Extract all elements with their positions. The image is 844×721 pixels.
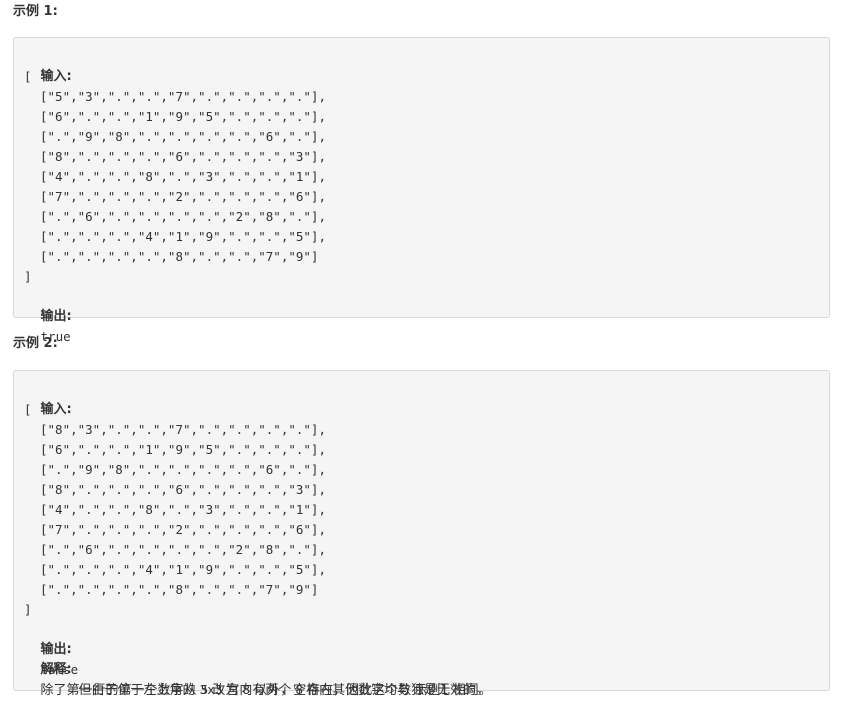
board-row: ["8","3",".",".","7",".",".",".","."], [40, 422, 326, 437]
board-row: ["8",".",".",".","6",".",".",".","3"], [40, 482, 326, 497]
input-label: 输入: [40, 402, 72, 417]
output-line: 输出: false [24, 620, 819, 677]
close-bracket: ] [24, 269, 32, 284]
close-bracket: ] [24, 602, 32, 617]
board-row: [".","9","8",".",".",".",".","6","."], [40, 462, 326, 477]
open-bracket: [ [24, 69, 32, 84]
explanation-text: 但由于位于左上角的 [78, 683, 200, 698]
board-row: [".",".",".",".","8",".",".","7","9"] [40, 582, 319, 597]
input-line: 输入: [24, 47, 819, 84]
example-2-heading: 示例 2: [13, 336, 58, 351]
board-row: [".","9","8",".",".",".",".","6","."], [40, 129, 326, 144]
board-row: ["4",".",".","8",".","3",".",".","1"], [40, 169, 326, 184]
explanation-label: 解释: [40, 662, 72, 677]
explanation-line-1: 解释: 除了第一行的第一个数字从 5 改为 8 以外，空格内其他数字均与 示例1… [24, 640, 819, 698]
board-row: [".","6",".",".",".",".","2","8","."], [40, 209, 326, 224]
board-row: ["8",".",".",".","6",".",".",".","3"], [40, 149, 326, 164]
board-row: ["5","3",".",".","7",".",".",".","."], [40, 89, 326, 104]
explanation-text: 存在，因此这个数独是无效的。 [303, 683, 490, 698]
inline-code: 8 [295, 682, 304, 697]
output-label: 输出: [40, 642, 72, 657]
input-label: 输入: [40, 69, 72, 84]
example-1-heading: 示例 1: [13, 4, 58, 19]
inline-code: 3x3 [199, 682, 223, 697]
output-label: 输出: [40, 309, 72, 324]
board-row: ["6",".",".","1","9","5",".",".","."], [40, 442, 326, 457]
input-line: 输入: [24, 380, 819, 417]
board-row: [".",".",".",".","8",".",".","7","9"] [40, 249, 319, 264]
explanation-line-2: 但由于位于左上角的 3x3 宫内有两个 8 存在，因此这个数独是无效的。 [24, 660, 819, 698]
board-row: ["4",".",".","8",".","3",".",".","1"], [40, 502, 326, 517]
board-row: [".",".",".","4","1","9",".",".","5"], [40, 229, 326, 244]
board-row: ["7",".",".",".","2",".",".",".","6"], [40, 189, 326, 204]
board-row: ["7",".",".",".","2",".",".",".","6"], [40, 522, 326, 537]
open-bracket: [ [24, 402, 32, 417]
board-row: [".",".",".","4","1","9",".",".","5"], [40, 562, 326, 577]
explanation-text: 宫内有两个 [222, 683, 296, 698]
example-1-code-block: 输入: [ ["5","3",".",".","7",".",".",".","… [13, 37, 830, 344]
board-row: ["6",".",".","1","9","5",".",".","."], [40, 109, 326, 124]
example-2-code-block: 输入: [ ["8","3",".",".","7",".",".",".","… [13, 370, 830, 698]
board-row: [".","6",".",".",".",".","2","8","."], [40, 542, 326, 557]
output-line: 输出: true [24, 287, 819, 344]
